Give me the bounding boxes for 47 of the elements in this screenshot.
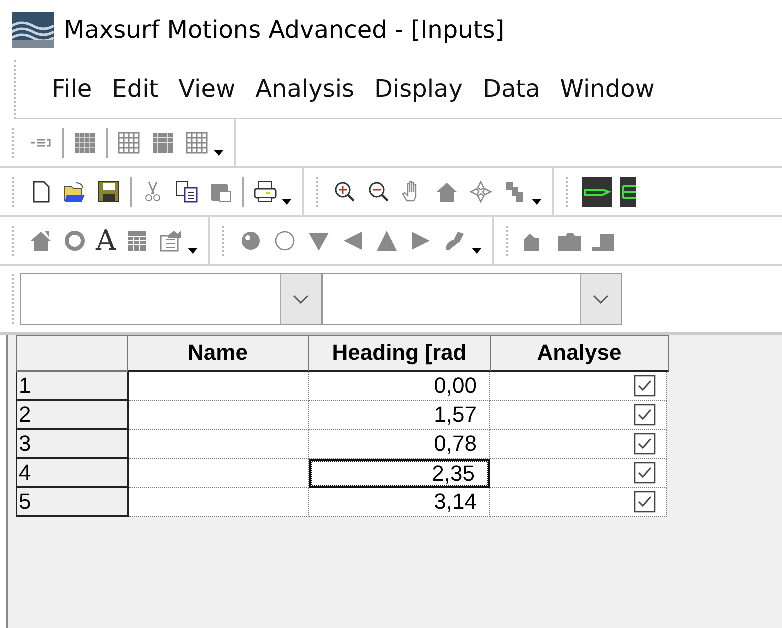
dropdown-arrow-icon[interactable] [214,150,224,156]
chevron-down-icon [293,294,309,304]
app-icon [12,12,54,48]
table-cell[interactable] [129,372,309,401]
grid-icon[interactable] [116,130,142,156]
dropdown-arrow-icon[interactable] [282,199,292,205]
printer-icon[interactable] [252,178,278,204]
row-header[interactable]: 2 [16,401,129,430]
menu-item[interactable]: View [170,75,244,103]
table-cell[interactable]: 0,78 [309,430,490,459]
table-cell[interactable] [129,430,309,459]
chevron-down-icon [593,294,609,304]
row-header[interactable]: 4 [16,459,129,488]
dropdown-arrow-icon[interactable] [532,199,542,205]
column-header[interactable]: Analyse [491,335,669,372]
copy-icon[interactable] [174,178,200,204]
table-cell[interactable] [129,459,309,488]
window-title: Maxsurf Motions Advanced - [Inputs] [64,16,505,44]
move-icon[interactable] [468,178,494,204]
column-header[interactable]: Heading [rad [309,335,491,372]
dropdown-arrow-icon[interactable] [188,248,198,254]
checkbox[interactable] [634,375,656,397]
row-header[interactable]: 5 [16,488,129,517]
table-cell[interactable]: 0,00 [309,372,490,401]
column-header[interactable]: Name [128,335,309,372]
table-cell[interactable] [129,401,309,430]
table-cell[interactable]: 3,14 [309,488,490,517]
menu-item[interactable]: File [44,75,100,103]
text-tool-icon[interactable]: A [96,226,116,254]
row-header[interactable]: 1 [16,372,129,401]
checkbox[interactable] [634,404,656,426]
checkbox[interactable] [634,433,656,455]
dropdown-field[interactable] [20,273,322,325]
checkbox[interactable] [634,462,656,484]
menu-item[interactable]: Edit [104,75,167,103]
table-cell[interactable]: 1,57 [309,401,490,430]
menu-item[interactable]: Data [474,75,548,103]
menu-item[interactable]: Window [552,75,663,103]
table-cell[interactable]: 2,35 [309,459,490,488]
row-header[interactable]: 3 [16,430,129,459]
checkbox[interactable] [634,491,656,513]
dropdown-field[interactable] [322,273,622,325]
table-cell[interactable] [129,488,309,517]
save-icon[interactable] [96,178,122,204]
menu-item[interactable]: Analysis [248,75,362,103]
dropdown-arrow-icon[interactable] [472,248,482,254]
menu-item[interactable]: Display [366,75,471,103]
